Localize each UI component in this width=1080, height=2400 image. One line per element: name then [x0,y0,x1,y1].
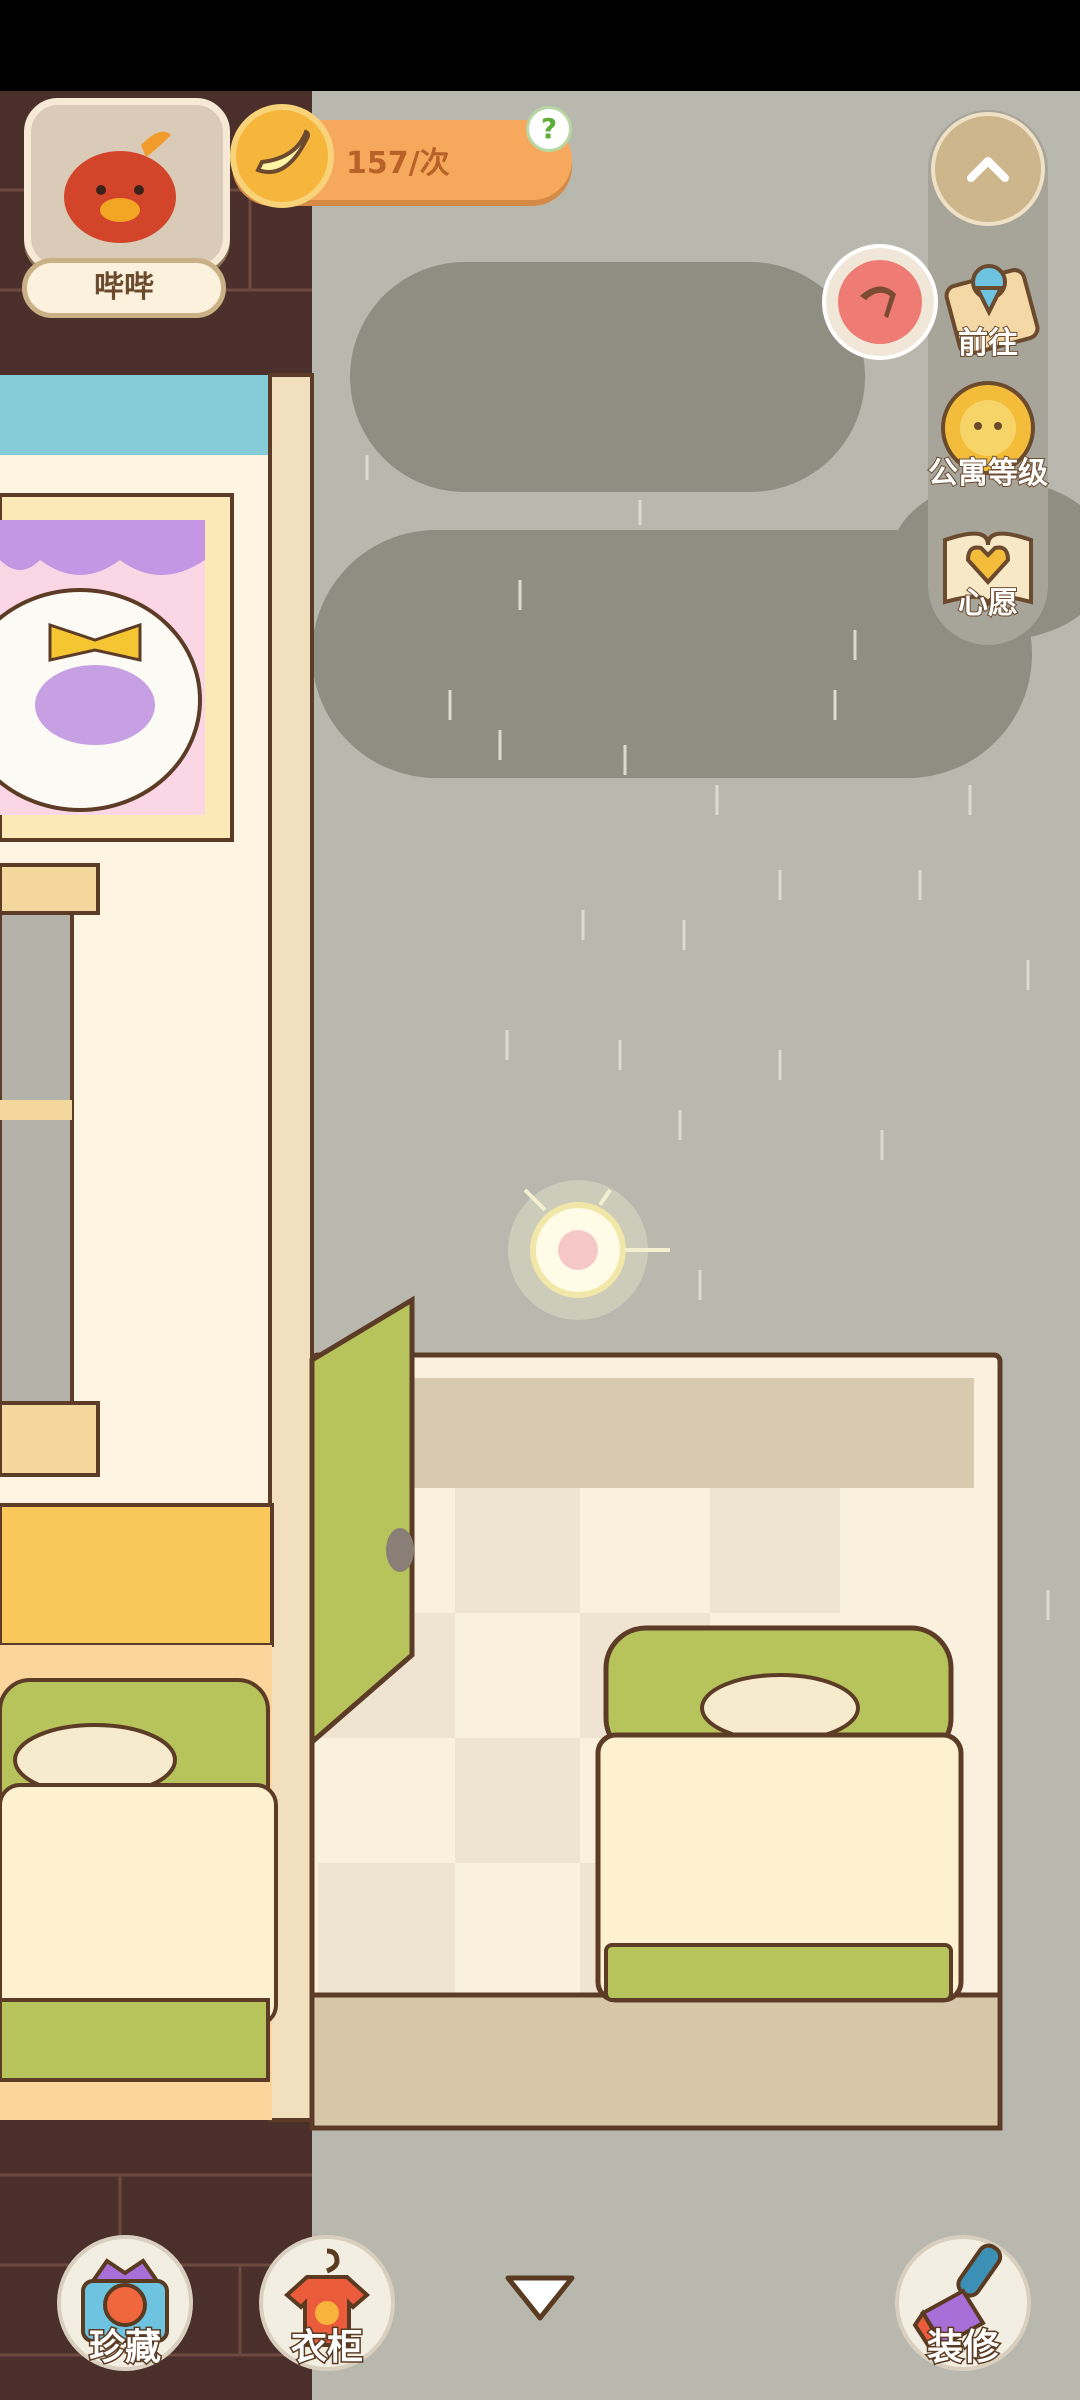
wish-label: 心愿 [957,585,1019,622]
right-bed [595,1625,964,2003]
left-room-ceiling-strip [0,375,275,455]
triangle-down-icon [505,2275,575,2321]
red-bird-avatar-icon [64,131,176,243]
chevron-up-icon [967,157,1009,182]
apartment-scene [0,91,1080,2400]
left-bed [0,1678,278,2082]
collection-label: 珍藏 [87,2326,162,2370]
goto-label: 前往 [957,325,1019,362]
decorate-label: 装修 [925,2326,1000,2370]
help-button[interactable]: ? [526,106,572,152]
status-bar [0,0,1080,91]
expand-down-button[interactable] [500,2268,580,2328]
left-room-floor-band [0,1503,274,1647]
banana-icon [230,104,334,208]
player-name: 哔哔 [22,258,226,318]
banana-count: 157/次 [346,146,450,181]
cat-painting [0,493,234,842]
apartment-level-label: 公寓等级 [927,455,1049,492]
collapse-menu-button[interactable] [931,112,1045,226]
avatar[interactable] [24,98,230,272]
wardrobe-label: 衣柜 [289,2326,364,2370]
